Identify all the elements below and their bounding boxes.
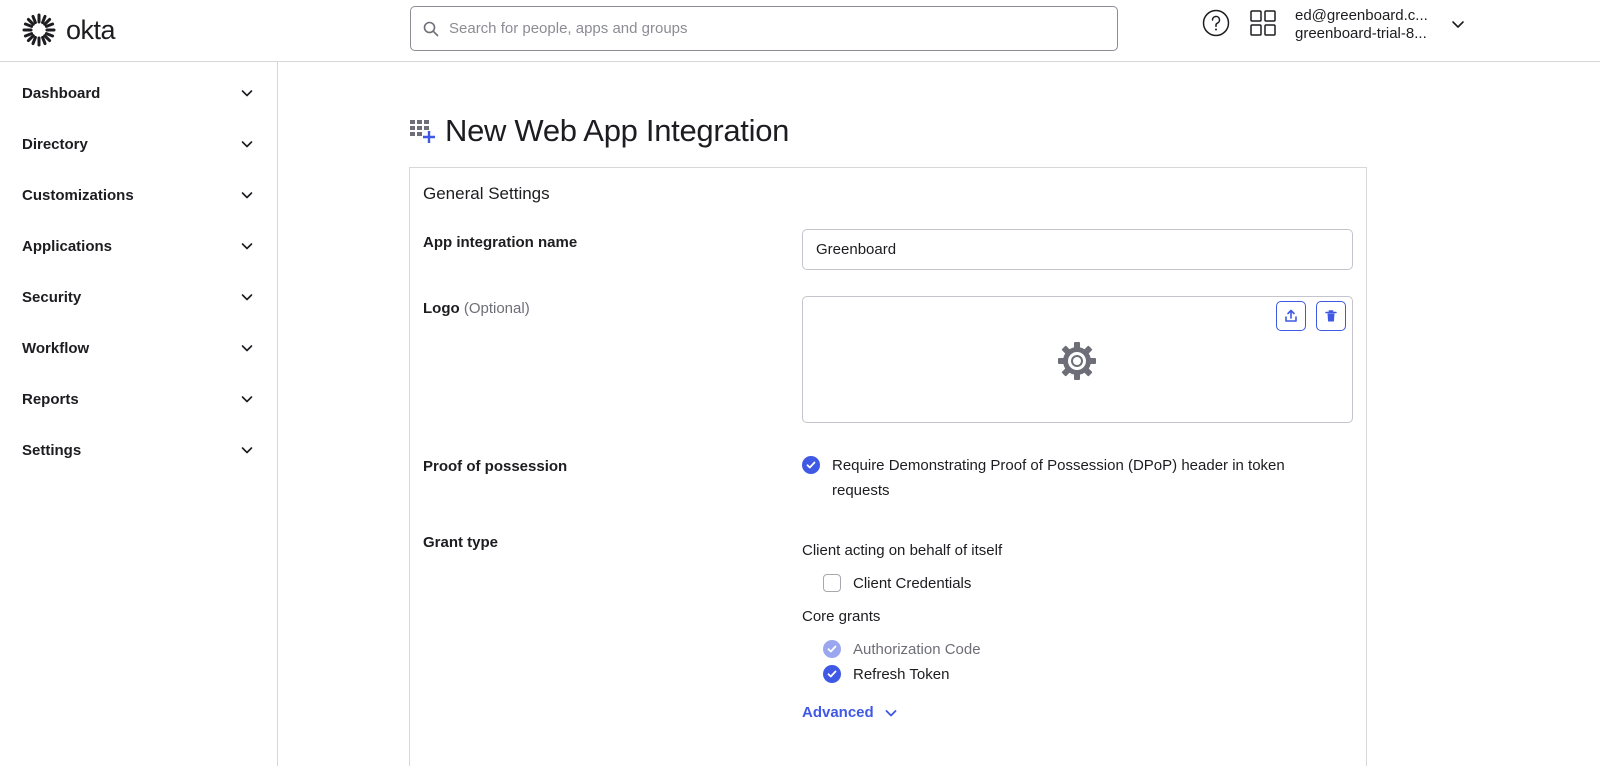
chevron-down-icon [241,192,253,199]
sidebar-item-label: Customizations [22,186,134,204]
client-section-title: Client acting on behalf of itself [802,542,1003,559]
chevron-down-icon [241,345,253,352]
chevron-down-icon [241,243,253,250]
brand-name: okta [66,14,116,45]
upload-logo-button[interactable] [1276,301,1306,331]
okta-logo[interactable]: okta [22,12,116,48]
user-email: ed@greenboard.c... [1295,7,1428,24]
logo-label: Logo (Optional) [423,300,530,317]
search-input[interactable] [449,20,1089,37]
sidebar: Dashboard Directory Customizations Appli… [0,62,278,766]
sidebar-item-customizations[interactable]: Customizations [22,180,254,210]
trash-icon [1325,310,1337,322]
sidebar-item-label: Reports [22,390,79,408]
sidebar-item-workflow[interactable]: Workflow [22,333,254,363]
core-grants-title: Core grants [802,608,881,625]
client-credentials-checkbox[interactable] [823,574,841,592]
advanced-label: Advanced [802,704,874,721]
authorization-code-label: Authorization Code [853,641,981,658]
general-settings-panel: General Settings App integration name Lo… [409,167,1367,766]
global-search[interactable] [410,6,1118,51]
logo-label-text: Logo [423,300,460,317]
chevron-down-icon [241,396,253,403]
dpop-checkbox-row[interactable]: Require Demonstrating Proof of Possessio… [802,453,1322,503]
refresh-token-label: Refresh Token [853,666,950,683]
help-icon[interactable] [1202,9,1230,37]
okta-sunburst-icon [22,13,56,47]
sidebar-item-label: Security [22,288,82,306]
chevron-down-icon [241,447,253,454]
refresh-token-row[interactable]: Refresh Token [823,662,949,687]
page-title: New Web App Integration [445,113,790,148]
logo-upload-area[interactable] [802,296,1353,423]
sidebar-item-security[interactable]: Security [22,282,254,312]
grant-type-label: Grant type [423,534,499,551]
chevron-down-icon [885,709,897,716]
optional-text: (Optional) [463,300,530,317]
section-title: General Settings [423,184,550,203]
delete-logo-button[interactable] [1316,301,1346,331]
dpop-checkbox[interactable] [802,456,820,474]
app-name-input[interactable] [802,229,1353,270]
chevron-down-icon [241,294,253,301]
advanced-toggle[interactable]: Advanced [802,704,898,721]
chevron-down-icon [241,141,253,148]
user-menu[interactable]: ed@greenboard.c... greenboard-trial-8... [1295,7,1428,43]
refresh-token-checkbox[interactable] [823,665,841,683]
chevron-down-icon[interactable] [1450,16,1466,32]
checkmark-icon [806,461,816,469]
authorization-code-checkbox [823,640,841,658]
user-org: greenboard-trial-8... [1295,25,1427,42]
sidebar-item-directory[interactable]: Directory [22,129,254,159]
sidebar-item-label: Directory [22,135,88,153]
top-bar: okta ed@greenboard.c... greenboard-trial… [0,0,1600,62]
dpop-checkbox-label: Require Demonstrating Proof of Possessio… [832,457,1285,499]
chevron-down-icon [241,90,253,97]
pop-label: Proof of possession [423,458,568,475]
sidebar-item-label: Applications [22,237,113,255]
page-header: New Web App Integration [409,113,789,149]
sidebar-item-applications[interactable]: Applications [22,231,254,261]
gear-icon [1058,342,1096,380]
client-credentials-row[interactable]: Client Credentials [823,571,971,596]
app-name-label: App integration name [423,234,578,251]
app-switcher-icon[interactable] [1249,9,1277,37]
checkmark-icon [827,670,837,678]
search-icon [423,21,439,36]
sidebar-item-label: Dashboard [22,84,101,102]
sidebar-item-label: Workflow [22,339,90,357]
client-credentials-label: Client Credentials [853,575,972,592]
sidebar-item-dashboard[interactable]: Dashboard [22,78,254,108]
sidebar-item-reports[interactable]: Reports [22,384,254,414]
add-app-grid-icon [410,120,435,143]
authorization-code-row: Authorization Code [823,637,981,662]
sidebar-item-label: Settings [22,441,82,459]
upload-icon [1285,309,1297,322]
sidebar-item-settings[interactable]: Settings [22,435,254,465]
checkmark-icon [827,645,837,653]
